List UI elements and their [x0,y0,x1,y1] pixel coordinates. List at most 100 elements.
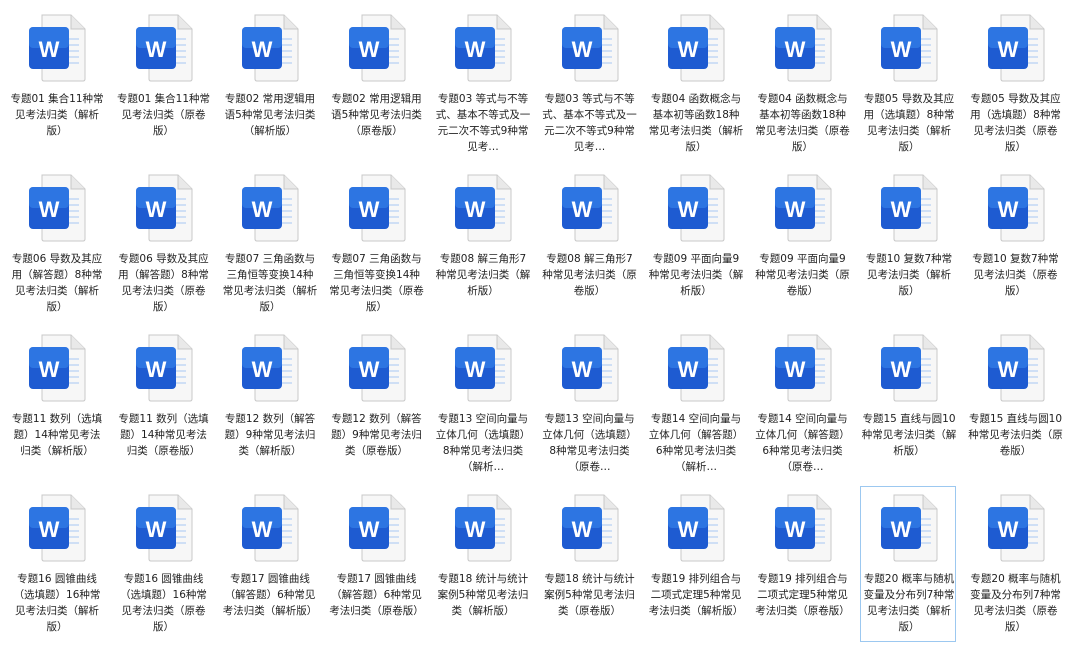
file-item[interactable]: W 专题07 三角函数与三角恒等变换14种常见考法归类（原卷版） [328,166,424,322]
file-item[interactable]: W 专题09 平面向量9种常见考法归类（解析版） [647,166,743,322]
file-item[interactable]: W 专题14 空间向量与立体几何（解答题）6种常见考法归类（解析… [647,326,743,482]
file-name: 专题10 复数7种常见考法归类（原卷版） [972,253,1059,297]
word-document-icon: W [561,174,618,242]
file-name: 专题12 数列（解答题）9种常见考法归类（原卷版） [331,413,422,457]
word-document-icon: W [29,14,86,82]
file-item[interactable]: W 专题14 空间向量与立体几何（解答题）6种常见考法归类（原卷… [754,326,850,482]
word-letter: W [997,37,1018,62]
file-name: 专题18 统计与统计案例5种常见考法归类（原卷版） [544,573,635,617]
file-item[interactable]: W 专题11 数列（选填题）14种常见考法归类（原卷版） [115,326,211,482]
word-document-icon: W [455,14,512,82]
file-item[interactable]: W 专题03 等式与不等式、基本不等式及一元二次不等式9种常见考… [541,6,637,162]
word-document-icon: W [135,14,192,82]
word-letter: W [252,357,273,382]
word-letter: W [39,357,60,382]
file-item[interactable]: W 专题16 圆锥曲线（选填题）16种常见考法归类（解析版） [8,486,104,642]
file-grid: W 专题01 集合11种常见考法归类（解析版） W 专题01 集合11种常见考法… [0,0,1080,668]
word-letter: W [145,357,166,382]
word-letter: W [571,517,592,542]
word-letter: W [891,37,912,62]
file-name: 专题13 空间向量与立体几何（选填题）8种常见考法归类（原卷… [542,413,637,473]
file-item[interactable]: W 专题04 函数概念与基本初等函数18种常见考法归类（原卷版） [754,6,850,162]
word-letter: W [784,357,805,382]
word-document-icon: W [455,174,512,242]
file-item[interactable]: W 专题02 常用逻辑用语5种常见考法归类（解析版） [221,6,317,162]
file-name: 专题02 常用逻辑用语5种常见考法归类（解析版） [224,93,316,137]
word-letter: W [465,197,486,222]
word-letter: W [358,197,379,222]
word-document-icon: W [987,494,1044,562]
file-item[interactable]: W 专题06 导数及其应用（解答题）8种常见考法归类（原卷版） [115,166,211,322]
word-document-icon: W [348,14,405,82]
file-item[interactable]: W 专题18 统计与统计案例5种常见考法归类（原卷版） [541,486,637,642]
file-item[interactable]: W 专题05 导数及其应用（选填题）8种常见考法归类（解析版） [860,6,956,162]
word-document-icon: W [987,174,1044,242]
word-letter: W [891,517,912,542]
word-document-icon: W [881,174,938,242]
file-name: 专题11 数列（选填题）14种常见考法归类（解析版） [11,413,103,457]
file-name: 专题08 解三角形7种常见考法归类（原卷版） [542,253,637,297]
file-item[interactable]: W 专题17 圆锥曲线（解答题）6种常见考法归类（解析版） [221,486,317,642]
file-name: 专题18 统计与统计案例5种常见考法归类（解析版） [437,573,529,617]
file-item[interactable]: W 专题20 概率与随机变量及分布列7种常见考法归类（解析版） [860,486,956,642]
word-document-icon: W [881,14,938,82]
file-item[interactable]: W 专题11 数列（选填题）14种常见考法归类（解析版） [8,326,104,482]
file-item[interactable]: W 专题13 空间向量与立体几何（选填题）8种常见考法归类（原卷… [541,326,637,482]
word-document-icon: W [561,494,618,562]
file-item[interactable]: W 专题12 数列（解答题）9种常见考法归类（解析版） [221,326,317,482]
file-item[interactable]: W 专题08 解三角形7种常见考法归类（解析版） [434,166,530,322]
file-item[interactable]: W 专题17 圆锥曲线（解答题）6种常见考法归类（原卷版） [328,486,424,642]
word-letter: W [252,37,273,62]
file-name: 专题05 导数及其应用（选填题）8种常见考法归类（原卷版） [970,93,1061,153]
file-name: 专题14 空间向量与立体几何（解答题）6种常见考法归类（解析… [648,413,744,473]
file-item[interactable]: W 专题10 复数7种常见考法归类（解析版） [860,166,956,322]
word-letter: W [678,37,699,62]
file-item[interactable]: W 专题02 常用逻辑用语5种常见考法归类（原卷版） [328,6,424,162]
word-letter: W [39,517,60,542]
file-item[interactable]: W 专题09 平面向量9种常见考法归类（原卷版） [754,166,850,322]
file-name: 专题11 数列（选填题）14种常见考法归类（原卷版） [118,413,209,457]
word-document-icon: W [242,14,299,82]
word-letter: W [571,37,592,62]
file-item[interactable]: W 专题01 集合11种常见考法归类（解析版） [8,6,104,162]
file-item[interactable]: W 专题15 直线与圆10种常见考法归类（解析版） [860,326,956,482]
file-item[interactable]: W 专题20 概率与随机变量及分布列7种常见考法归类（原卷版） [967,486,1063,642]
word-document-icon: W [668,334,725,402]
file-name: 专题02 常用逻辑用语5种常见考法归类（原卷版） [331,93,422,137]
file-name: 专题13 空间向量与立体几何（选填题）8种常见考法归类（解析… [435,413,531,473]
word-document-icon: W [135,494,192,562]
word-document-icon: W [774,334,831,402]
file-item[interactable]: W 专题10 复数7种常见考法归类（原卷版） [967,166,1063,322]
file-item[interactable]: W 专题07 三角函数与三角恒等变换14种常见考法归类（解析版） [221,166,317,322]
file-item[interactable]: W 专题18 统计与统计案例5种常见考法归类（解析版） [434,486,530,642]
file-name: 专题19 排列组合与二项式定理5种常见考法归类（解析版） [648,573,744,617]
word-letter: W [891,197,912,222]
word-document-icon: W [348,174,405,242]
file-item[interactable]: W 专题19 排列组合与二项式定理5种常见考法归类（原卷版） [754,486,850,642]
file-name: 专题15 直线与圆10种常见考法归类（解析版） [861,413,957,457]
word-document-icon: W [668,14,725,82]
file-item[interactable]: W 专题13 空间向量与立体几何（选填题）8种常见考法归类（解析… [434,326,530,482]
word-letter: W [571,357,592,382]
word-document-icon: W [455,334,512,402]
file-item[interactable]: W 专题04 函数概念与基本初等函数18种常见考法归类（解析版） [647,6,743,162]
file-item[interactable]: W 专题15 直线与圆10种常见考法归类（原卷版） [967,326,1063,482]
file-item[interactable]: W 专题01 集合11种常见考法归类（原卷版） [115,6,211,162]
word-letter: W [784,517,805,542]
file-name: 专题15 直线与圆10种常见考法归类（原卷版） [968,413,1063,457]
file-item[interactable]: W 专题16 圆锥曲线（选填题）16种常见考法归类（原卷版） [115,486,211,642]
word-document-icon: W [29,494,86,562]
file-item[interactable]: W 专题03 等式与不等式、基本不等式及一元二次不等式9种常见考… [434,6,530,162]
word-letter: W [252,197,273,222]
word-letter: W [358,37,379,62]
file-name: 专题16 圆锥曲线（选填题）16种常见考法归类（解析版） [13,573,101,633]
file-name: 专题01 集合11种常见考法归类（解析版） [10,93,104,137]
file-item[interactable]: W 专题19 排列组合与二项式定理5种常见考法归类（解析版） [647,486,743,642]
file-item[interactable]: W 专题05 导数及其应用（选填题）8种常见考法归类（原卷版） [967,6,1063,162]
file-name: 专题09 平面向量9种常见考法归类（原卷版） [755,253,850,297]
file-item[interactable]: W 专题08 解三角形7种常见考法归类（原卷版） [541,166,637,322]
file-item[interactable]: W 专题06 导数及其应用（解答题）8种常见考法归类（解析版） [8,166,104,322]
file-item[interactable]: W 专题12 数列（解答题）9种常见考法归类（原卷版） [328,326,424,482]
word-letter: W [891,357,912,382]
file-name: 专题03 等式与不等式、基本不等式及一元二次不等式9种常见考… [542,93,637,153]
